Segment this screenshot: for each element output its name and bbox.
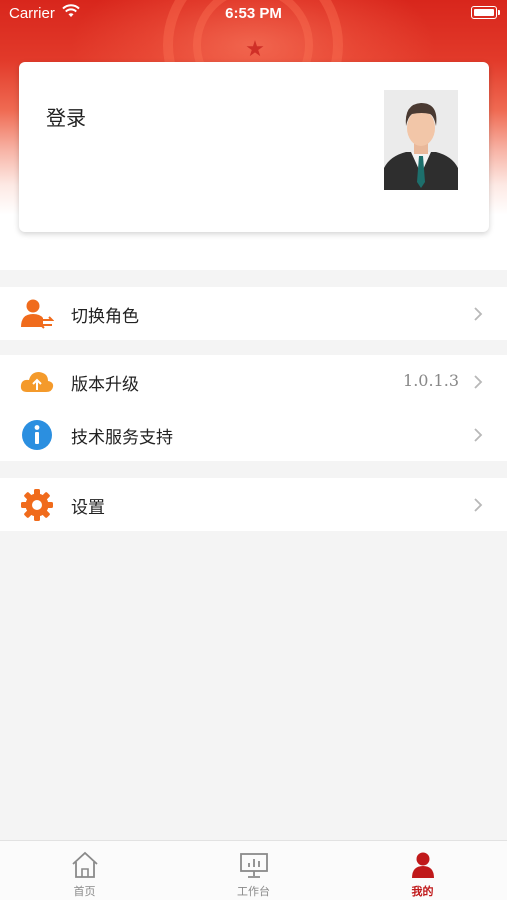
home-icon — [72, 851, 98, 878]
gear-icon — [21, 489, 53, 521]
battery-icon — [471, 6, 500, 19]
tab-workbench[interactable]: 工作台 — [169, 841, 338, 900]
version-upgrade-row[interactable]: 版本升级 1.0.1.3 — [0, 355, 507, 408]
tab-workbench-label: 工作台 — [237, 885, 270, 898]
profile-icon — [412, 852, 434, 878]
switch-role-label: 切换角色 — [71, 307, 139, 327]
menu-section-role: 切换角色 — [0, 287, 507, 340]
chevron-right-icon — [474, 375, 483, 389]
tab-mine-label: 我的 — [411, 885, 434, 898]
chevron-right-icon — [474, 428, 483, 442]
tab-bar: 首页 工作台 我的 — [0, 840, 507, 900]
version-number: 1.0.1.3 — [403, 371, 459, 390]
switch-role-row[interactable]: 切换角色 — [0, 287, 507, 340]
star-icon: ★ — [245, 37, 265, 62]
settings-label: 设置 — [71, 498, 105, 518]
version-upgrade-label: 版本升级 — [71, 375, 139, 395]
menu-section-app: 版本升级 1.0.1.3 技术服务支持 — [0, 355, 507, 461]
tech-support-row[interactable]: 技术服务支持 — [0, 408, 507, 461]
profile-page: ★ Carrier 6:53 PM 登录 切换角色 版本升级 1.0.1.3 技… — [0, 0, 507, 900]
tech-support-label: 技术服务支持 — [71, 428, 173, 448]
workbench-icon — [240, 853, 268, 878]
info-icon — [22, 420, 52, 450]
profile-card[interactable]: 登录 — [19, 62, 489, 232]
chevron-right-icon — [474, 498, 483, 512]
status-bar: Carrier 6:53 PM — [0, 0, 507, 28]
clock: 6:53 PM — [225, 5, 282, 22]
cloud-icon — [20, 372, 54, 392]
settings-row[interactable]: 设置 — [0, 478, 507, 531]
chevron-right-icon — [474, 307, 483, 321]
tab-mine[interactable]: 我的 — [338, 841, 507, 900]
switch-role-icon — [21, 299, 54, 329]
user-avatar-icon — [384, 90, 458, 190]
tab-home[interactable]: 首页 — [0, 841, 169, 900]
menu-section-settings: 设置 — [0, 478, 507, 531]
login-label[interactable]: 登录 — [46, 102, 86, 131]
tab-home-label: 首页 — [73, 885, 96, 898]
avatar[interactable] — [384, 90, 458, 190]
